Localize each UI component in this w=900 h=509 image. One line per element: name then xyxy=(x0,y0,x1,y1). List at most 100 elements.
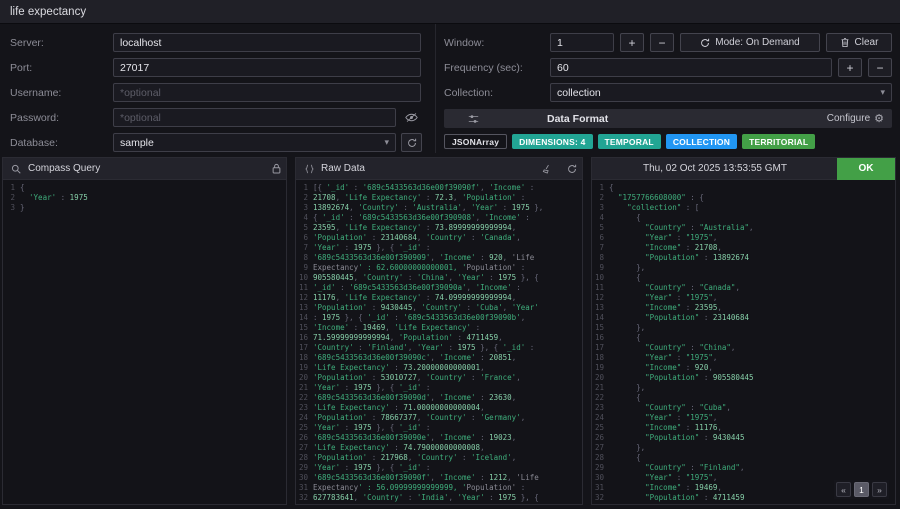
database-select-value: sample xyxy=(120,136,154,149)
frequency-label: Frequency (sec): xyxy=(444,61,523,74)
raw-data-panel: Raw Data 1[{ '_id' : '689c5433563d36e00f… xyxy=(295,157,583,505)
lock-icon[interactable] xyxy=(266,158,286,180)
code-line: 24 'Population' : 78667377, 'Country' : '… xyxy=(298,413,526,422)
trash-icon xyxy=(840,37,850,48)
database-select[interactable]: sample ▾ xyxy=(113,133,396,152)
code-line: 28 { xyxy=(594,453,641,462)
code-line: 12 11176, 'Life Expectancy' : 74.09999999… xyxy=(298,293,517,302)
code-line: 26'689c5433563d36e00f39090e', 'Income' :… xyxy=(298,433,517,442)
username-input[interactable] xyxy=(113,83,421,102)
port-row: Port: xyxy=(10,55,425,80)
frequency-input[interactable] xyxy=(550,58,832,77)
clear-button-label: Clear xyxy=(854,37,879,48)
ok-button[interactable]: OK xyxy=(837,158,895,180)
code-line: 27 'Life Expectancy' : 74.79000000000008, xyxy=(298,443,485,452)
code-line: 4{ '_id' : '689c5433563d36e00f390908', '… xyxy=(303,213,530,222)
sliders-icon xyxy=(468,114,479,124)
pagination-current-page[interactable]: 1 xyxy=(854,482,869,497)
result-body: 1{2 "1757766608000" : {3 "collection" : … xyxy=(592,180,895,504)
raw-data-title: Raw Data xyxy=(321,163,365,174)
window-increment-button[interactable]: + xyxy=(620,33,644,52)
pagination: « 1 » xyxy=(834,480,889,499)
code-line: 11 '_id' : '689c5433563d36e00f39090a', 'I… xyxy=(298,283,521,292)
result-json-viewer: 1{2 "1757766608000" : {3 "collection" : … xyxy=(592,180,895,504)
port-label: Port: xyxy=(10,61,33,74)
compass-query-title: Compass Query xyxy=(28,163,101,174)
window-decrement-button[interactable]: − xyxy=(650,33,674,52)
refresh-icon[interactable] xyxy=(562,158,582,180)
username-label: Username: xyxy=(10,86,62,99)
code-line: 1{ xyxy=(10,183,25,192)
pagination-prev-button[interactable]: « xyxy=(836,482,851,497)
configure-button[interactable]: Configure ⚙ xyxy=(827,112,884,125)
mode-button[interactable]: Mode: On Demand xyxy=(680,33,820,52)
code-line: 6 'Population' : 23140684, 'Country' : 'C… xyxy=(303,233,521,242)
mode-button-label: Mode: On Demand xyxy=(715,37,800,48)
window-row: Window: + − Mode: On Demand Clear xyxy=(444,30,892,55)
gear-icon: ⚙ xyxy=(874,113,884,125)
compass-query-body: 1{2 'Year' : 1975 3} xyxy=(3,180,286,504)
code-line: 19 'Life Expectancy' : 73.20000000000001, xyxy=(298,363,485,372)
code-line: 28 'Population' : 217968, 'Country' : 'Ic… xyxy=(298,453,517,462)
code-line: 5 "Country" : "Australia", xyxy=(599,223,754,232)
compass-query-panel: Compass Query 1{2 'Year' : 1975 3} xyxy=(2,157,287,505)
compass-query-editor[interactable]: 1{2 'Year' : 1975 3} xyxy=(3,180,286,213)
chevron-down-icon: ▾ xyxy=(880,87,885,97)
format-badge-jsonarray: JSONArray xyxy=(444,134,508,149)
code-line: 10 905580445, 'Country' : 'China', 'Year'… xyxy=(298,273,539,282)
code-line: 33 }, xyxy=(592,503,895,504)
code-line: 14 "Population" : 23140684 xyxy=(594,313,749,322)
result-header: Thu, 02 Oct 2025 13:53:55 GMT OK xyxy=(592,158,895,180)
code-line: 6 "Year" : "1975", xyxy=(599,233,718,242)
port-input[interactable] xyxy=(113,58,421,77)
code-line: 21 'Year' : 1975 }, { '_id' : xyxy=(298,383,431,392)
code-line: 29 "Country" : "Finland", xyxy=(594,463,745,472)
code-line: 1[{ '_id' : '689c5433563d36e00f39090f', … xyxy=(303,183,535,192)
window-label: Window: xyxy=(444,36,485,49)
pagination-next-button[interactable]: » xyxy=(872,482,887,497)
top-section: Server: Port: Username: Password: Databa… xyxy=(0,24,900,153)
password-input[interactable] xyxy=(113,108,396,127)
code-line: 15 'Income' : 19469, 'Life Expectancy' : xyxy=(298,323,481,332)
code-line: 22'689c5433563d36e00f39090d', 'Income' :… xyxy=(298,393,517,402)
clean-icon[interactable] xyxy=(536,158,556,180)
code-line: 26 "Population" : 9430445 xyxy=(594,433,745,442)
frequency-increment-button[interactable]: + xyxy=(838,58,862,77)
connection-form: Server: Port: Username: Password: Databa… xyxy=(0,24,436,153)
code-line: 18'689c5433563d36e00f39090c', 'Income' :… xyxy=(298,353,517,362)
code-line: 27 }, xyxy=(594,443,646,452)
database-row: Database: sample ▾ xyxy=(10,130,425,155)
code-line: 11 "Country" : "Canada", xyxy=(594,283,740,292)
refresh-databases-button[interactable] xyxy=(401,133,422,152)
configure-label: Configure xyxy=(826,113,871,124)
code-line: 31 Expectancy' : 56.09999999999999, 'Popu… xyxy=(298,483,526,492)
collection-row: Collection: collection ▾ xyxy=(444,80,892,105)
data-format-bar: Data Format Configure ⚙ xyxy=(444,109,892,128)
toggle-password-visibility-button[interactable] xyxy=(401,108,422,127)
collection-select[interactable]: collection ▾ xyxy=(550,83,892,102)
code-line: 13 "Income" : 23595, xyxy=(594,303,722,312)
clear-button[interactable]: Clear xyxy=(826,33,892,52)
frequency-decrement-button[interactable]: − xyxy=(868,58,892,77)
format-badge-collection: COLLECTION xyxy=(665,134,738,149)
code-line: 14: 1975 }, { '_id' : '689c5433563d36e00… xyxy=(298,313,526,322)
app-title: life expectancy xyxy=(10,5,87,18)
code-line: 8 "Population" : 13892674 xyxy=(599,253,749,262)
server-input[interactable] xyxy=(113,33,421,52)
code-line: 32 627783641, 'Country' : 'India', 'Year'… xyxy=(298,493,539,502)
window-input[interactable] xyxy=(550,33,614,52)
code-line: 30'689c5433563d36e00f39090f', 'Income' :… xyxy=(298,473,539,482)
code-line: 9 }, xyxy=(599,263,646,272)
code-line: 19 "Income" : 920, xyxy=(594,363,713,372)
frequency-row: Frequency (sec): + − xyxy=(444,55,892,80)
search-icon xyxy=(10,158,22,180)
compass-query-header: Compass Query xyxy=(3,158,286,180)
stream-controls: Window: + − Mode: On Demand Clear Freque… xyxy=(436,24,900,153)
code-line: 23 'Life Expectancy' : 71.00000000000004, xyxy=(298,403,485,412)
code-line: 16 { xyxy=(594,333,641,342)
titlebar: life expectancy xyxy=(0,0,900,24)
data-format-title: Data Format xyxy=(547,112,609,125)
format-badge-temporal: TEMPORAL xyxy=(597,134,661,149)
code-line: 7 "Income" : 21708, xyxy=(599,243,722,252)
code-line: 2 'Year' : 1975 xyxy=(10,193,88,202)
